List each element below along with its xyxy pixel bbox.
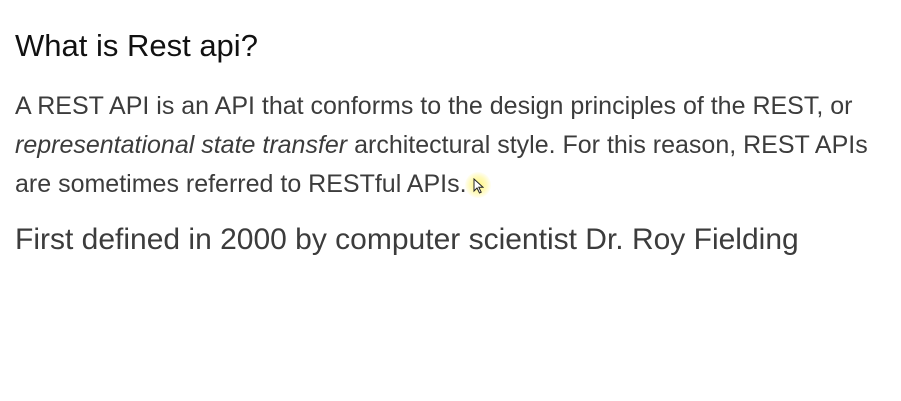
slide: What is Rest api? A REST API is an API t… bbox=[0, 0, 901, 401]
definition-paragraph: A REST API is an API that conforms to th… bbox=[15, 87, 875, 204]
definition-emphasis: representational state transfer bbox=[15, 131, 348, 159]
mouse-cursor bbox=[464, 172, 491, 198]
history-fact: First defined in 2000 by computer scient… bbox=[15, 223, 799, 256]
mouse-pointer-icon bbox=[473, 178, 484, 194]
page-title: What is Rest api? bbox=[15, 28, 258, 63]
definition-text-start: A REST API is an API that conforms to th… bbox=[15, 92, 853, 120]
